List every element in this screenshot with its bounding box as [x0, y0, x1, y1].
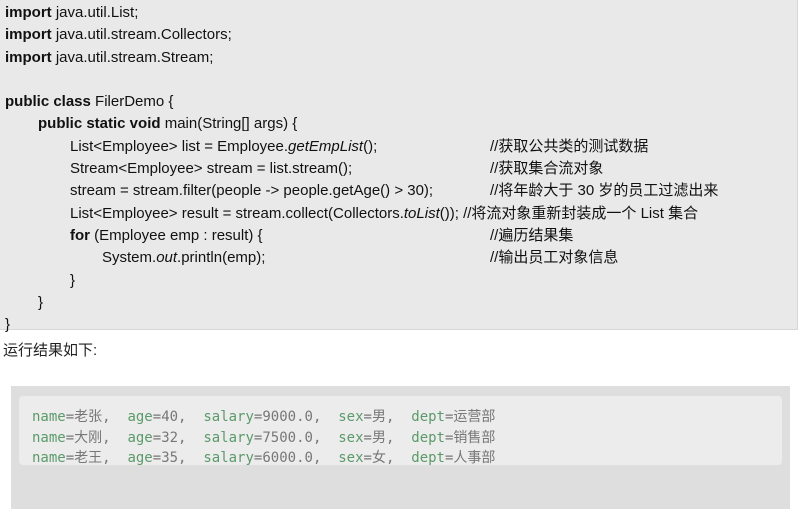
code-comment: //输出员工对象信息 [490, 249, 619, 267]
code-token: List<Employee> list = Employee. [70, 137, 289, 155]
output-key: salary [203, 409, 254, 425]
code-token: java.util.stream.Stream; [51, 48, 214, 66]
code-text: System.out.println(emp); [102, 247, 265, 269]
code-text: Stream<Employee> stream = list.stream(); [70, 158, 352, 180]
code-token: (Employee emp : result) { [90, 226, 263, 244]
output-key: dept [411, 409, 445, 425]
code-keyword: import [5, 4, 52, 21]
output-line: name=大刚, age=32, salary=7500.0, sex=男, d… [32, 429, 496, 446]
code-keyword: public class [5, 93, 91, 111]
code-token: } [5, 316, 11, 334]
output-line: name=老王, age=35, salary=6000.0, sex=女, d… [32, 450, 496, 466]
output-key: age [127, 409, 153, 425]
output-key: name [32, 409, 66, 425]
code-text: import java.util.List; [5, 2, 138, 24]
output-key: salary [203, 450, 254, 466]
output-key: age [127, 450, 153, 466]
code-text: List<Employee> list = Employee.getEmpLis… [70, 136, 377, 158]
code-line: } [0, 270, 797, 292]
code-token: List<Employee> result = stream.collect(C… [70, 204, 404, 222]
code-keyword: import [5, 48, 52, 66]
output-key: age [127, 429, 153, 446]
code-line: System.out.println(emp); //输出员工对象信息 [0, 247, 797, 269]
code-token: java.util.stream.Collectors; [51, 26, 232, 44]
code-line: List<Employee> result = stream.collect(C… [0, 203, 797, 225]
output-value: 男 [371, 409, 386, 425]
code-token: .println(emp); [177, 249, 266, 267]
code-token: toList [403, 204, 440, 222]
code-block: import java.util.List; import java.util.s… [0, 0, 798, 333]
code-token: stream = stream.filter(people -> people.… [70, 182, 434, 200]
code-keyword: for [70, 226, 90, 244]
output-value: 7500.0 [262, 429, 313, 446]
output-key: salary [203, 429, 254, 446]
output-key: sex [338, 429, 364, 446]
code-text: } [5, 314, 10, 336]
code-comment: //将年龄大于 30 岁的员工过滤出来 [490, 182, 719, 200]
code-line: public class FilerDemo { [0, 91, 797, 113]
code-token: FilerDemo { [90, 93, 174, 111]
code-line: Stream<Employee> stream = list.stream();… [0, 158, 797, 180]
code-text: import java.util.stream.Collectors; [5, 24, 232, 46]
code-text: import java.util.stream.Stream; [5, 47, 213, 69]
code-token: out [156, 249, 178, 267]
output-key: name [32, 429, 66, 446]
code-token: System. [102, 249, 157, 267]
output-value: 40 [161, 409, 179, 425]
output-value: 大刚 [74, 429, 103, 446]
code-keyword: import [5, 26, 52, 44]
output-value: 人事部 [453, 450, 496, 466]
output-value: 男 [371, 429, 386, 446]
code-keyword: public static void [38, 115, 161, 133]
output-value: 运营部 [453, 409, 496, 425]
code-token: getEmpList [288, 137, 364, 155]
output-key: dept [411, 429, 445, 446]
output-value: 32 [161, 429, 179, 446]
output-value: 老张 [74, 409, 103, 425]
code-text: for (Employee emp : result) { [70, 225, 263, 247]
code-line: import java.util.List; [0, 2, 797, 24]
output-key: sex [338, 409, 364, 425]
code-text: List<Employee> result = stream.collect(C… [70, 203, 698, 225]
code-text: stream = stream.filter(people -> people.… [70, 180, 433, 202]
output-line: name=老张, age=40, salary=9000.0, sex=男, d… [32, 409, 496, 425]
code-token: Stream<Employee> stream = list.stream(); [70, 160, 353, 178]
code-token: (); [363, 137, 378, 155]
code-text: } [70, 270, 75, 292]
result-heading: 运行结果如下: [3, 342, 98, 359]
output-value: 销售部 [453, 429, 496, 446]
output-key: sex [338, 450, 364, 466]
code-text: public static void main(String[] args) { [38, 113, 297, 135]
output-value: 6000.0 [262, 450, 313, 466]
code-token: } [38, 293, 44, 311]
output-value: 女 [371, 450, 386, 466]
code-token: } [70, 271, 76, 289]
code-token: main(String[] args) { [160, 115, 298, 133]
output-value: 35 [161, 450, 179, 466]
code-line: public static void main(String[] args) { [0, 113, 797, 135]
output-value: 老王 [74, 450, 103, 466]
code-token: java.util.List; [51, 4, 139, 21]
code-comment: //获取集合流对象 [490, 160, 604, 178]
output-panel: name=老张, age=40, salary=9000.0, sex=男, d… [11, 386, 790, 509]
output-box: name=老张, age=40, salary=9000.0, sex=男, d… [19, 396, 782, 466]
code-comment: //遍历结果集 [490, 226, 574, 244]
code-line: } [0, 292, 797, 314]
code-line: } [0, 314, 797, 336]
code-line: import java.util.stream.Stream; [0, 47, 797, 69]
output-key: name [32, 450, 66, 466]
output-value: 9000.0 [262, 409, 313, 425]
code-line: List<Employee> list = Employee.getEmpLis… [0, 136, 797, 158]
output-key: dept [411, 450, 445, 466]
code-text: public class FilerDemo { [5, 91, 173, 113]
code-comment: //获取公共类的测试数据 [490, 137, 649, 155]
code-line: stream = stream.filter(people -> people.… [0, 180, 797, 202]
code-token: ()); //将流对象重新封装成一个 List 集合 [439, 204, 699, 222]
code-line: for (Employee emp : result) { //遍历结果集 [0, 225, 797, 247]
code-text: } [38, 292, 43, 314]
code-line: import java.util.stream.Collectors; [0, 24, 797, 46]
